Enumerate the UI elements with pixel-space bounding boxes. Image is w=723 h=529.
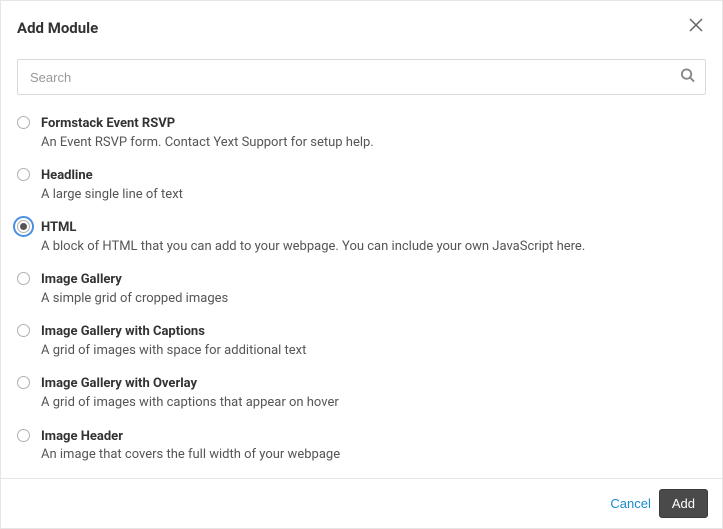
add-module-dialog: Add Module Formstack Event RSVPAn Event … <box>0 0 723 529</box>
module-description: A simple grid of cropped images <box>41 290 706 308</box>
module-option[interactable]: Image HeaderAn image that covers the ful… <box>17 420 706 472</box>
radio-col <box>17 271 41 285</box>
radio-col <box>17 167 41 181</box>
dialog-title: Add Module <box>17 19 674 37</box>
module-title: Image Header <box>41 428 706 446</box>
radio-icon[interactable] <box>17 429 30 442</box>
module-option[interactable]: HeadlineA large single line of text <box>17 159 706 211</box>
module-text: Image Gallery with CaptionsA grid of ima… <box>41 323 706 359</box>
module-title: Formstack Event RSVP <box>41 115 706 133</box>
module-description: A grid of images with space for addition… <box>41 342 706 360</box>
search-icon <box>680 68 695 87</box>
radio-icon[interactable] <box>17 376 30 389</box>
cancel-button[interactable]: Cancel <box>606 490 654 517</box>
module-title: HTML <box>41 219 706 237</box>
module-text: Image GalleryA simple grid of cropped im… <box>41 271 706 307</box>
module-title: Headline <box>41 167 706 185</box>
radio-icon[interactable] <box>17 220 30 233</box>
module-description: An Event RSVP form. Contact Yext Support… <box>41 134 706 152</box>
radio-icon[interactable] <box>17 324 30 337</box>
module-description: A grid of images with captions that appe… <box>41 394 706 412</box>
module-title: Image Gallery with Overlay <box>41 375 706 393</box>
radio-col <box>17 323 41 337</box>
module-text: HeadlineA large single line of text <box>41 167 706 203</box>
module-option[interactable]: Formstack Event RSVPAn Event RSVP form. … <box>17 107 706 159</box>
module-text: HTMLA block of HTML that you can add to … <box>41 219 706 255</box>
module-list: Formstack Event RSVPAn Event RSVP form. … <box>1 103 722 478</box>
module-option[interactable]: Image Gallery with OverlayA grid of imag… <box>17 367 706 419</box>
module-text: Formstack Event RSVPAn Event RSVP form. … <box>41 115 706 151</box>
add-button[interactable]: Add <box>659 489 708 518</box>
module-option[interactable]: Image GalleryA simple grid of cropped im… <box>17 263 706 315</box>
module-option[interactable]: HTMLA block of HTML that you can add to … <box>17 211 706 263</box>
radio-icon[interactable] <box>17 116 30 129</box>
close-icon <box>688 17 704 33</box>
search-input[interactable] <box>18 60 705 94</box>
search-box <box>17 59 706 95</box>
radio-col <box>17 219 41 233</box>
module-description: A block of HTML that you can add to your… <box>41 238 706 256</box>
module-description: An image that covers the full width of y… <box>41 446 706 464</box>
module-text: Image HeaderAn image that covers the ful… <box>41 428 706 464</box>
radio-col <box>17 375 41 389</box>
module-title: Image Gallery with Captions <box>41 323 706 341</box>
radio-icon[interactable] <box>17 272 30 285</box>
module-option[interactable]: Image Gallery with CaptionsA grid of ima… <box>17 315 706 367</box>
close-button[interactable] <box>684 13 708 37</box>
radio-col <box>17 115 41 129</box>
module-description: A large single line of text <box>41 186 706 204</box>
module-text: Image Gallery with OverlayA grid of imag… <box>41 375 706 411</box>
search-container <box>1 51 722 103</box>
dialog-footer: Cancel Add <box>1 478 722 528</box>
radio-col <box>17 428 41 442</box>
dialog-header: Add Module <box>1 1 722 51</box>
radio-icon[interactable] <box>17 168 30 181</box>
module-title: Image Gallery <box>41 271 706 289</box>
